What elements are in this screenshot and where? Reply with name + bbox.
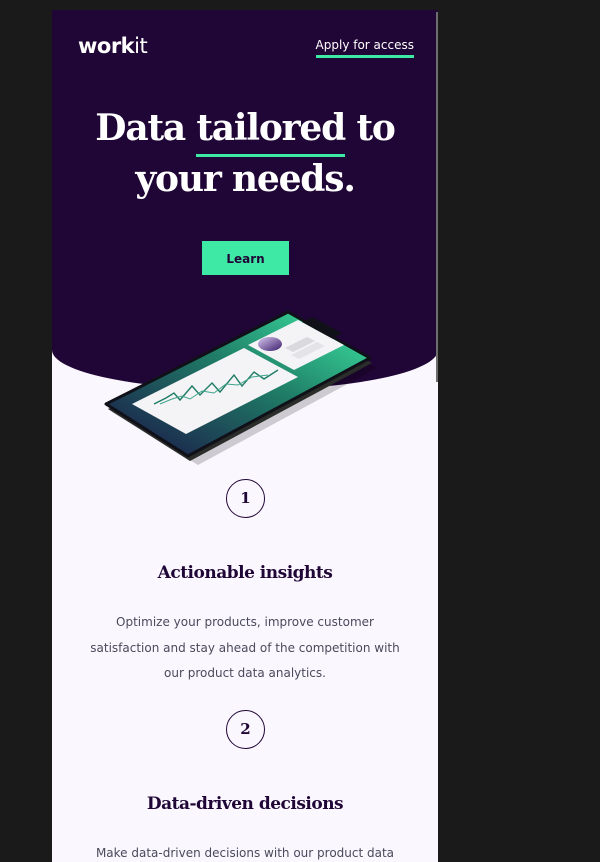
headline-word-data: Data [95, 107, 186, 149]
headline-highlight: tailored [196, 103, 346, 157]
headline-word-to: to [356, 107, 395, 149]
headline-line-2: your needs. [135, 158, 356, 200]
feature-title-data-driven-decisions: Data-driven decisions [146, 794, 344, 814]
apply-for-access-link[interactable]: Apply for access [315, 38, 414, 58]
phone-chart-illustration [104, 310, 377, 465]
step-number-1: 1 [226, 479, 265, 518]
feature-title-actionable-insights: Actionable insights [157, 563, 333, 583]
avatar-orb [258, 337, 282, 351]
workit-logo[interactable]: workit [78, 34, 148, 58]
step-number-2: 2 [226, 710, 265, 749]
hero-headline: Data tailored to your needs. [52, 103, 438, 205]
logo-light-text: it [134, 34, 148, 58]
learn-more-button[interactable]: Learn more [202, 241, 289, 300]
feature-description-1: Optimize your products, improve customer… [90, 615, 400, 680]
logo-bold-text: work [78, 34, 135, 58]
email-page: workit Apply for access Data tailored to… [52, 10, 438, 862]
feature-description-2: Make data-driven decisions with our prod… [95, 846, 395, 860]
scrollbar[interactable] [436, 12, 438, 382]
